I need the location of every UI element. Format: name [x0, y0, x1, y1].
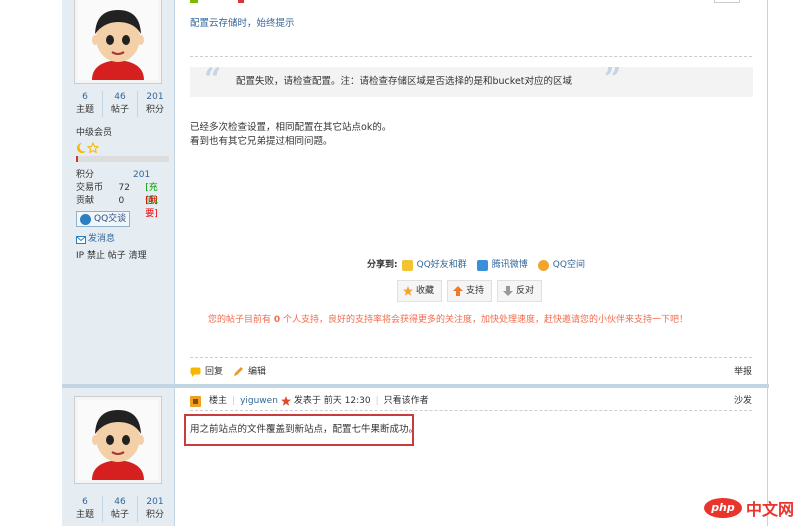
post-actions: 收藏 支持 反对	[397, 280, 543, 302]
close-quote-icon: ”	[604, 62, 622, 97]
reply-icon	[190, 367, 201, 377]
want-link[interactable]: [我要]	[145, 195, 170, 221]
pencil-icon	[234, 367, 244, 376]
watermark-text: 中文网	[745, 500, 794, 519]
user-stats: 6 主题 46 帖子 201 积分	[68, 91, 172, 117]
user-group[interactable]: 中级会员	[76, 127, 112, 140]
share-qq-friends[interactable]: QQ好友和群	[417, 258, 467, 272]
post-header: 楼主 | yiguwen 发表于 前天 12:30 | 只看该作者 沙发	[190, 395, 752, 407]
stat-topics[interactable]: 6 主题	[68, 496, 102, 522]
qzone-icon	[537, 259, 549, 271]
owner-badge-icon	[190, 395, 201, 407]
toolbar-red-icon	[238, 0, 244, 3]
highlight-box	[184, 414, 414, 446]
stat-topics[interactable]: 6 主题	[68, 91, 102, 117]
admin-links[interactable]: IP 禁止 帖子 清理	[76, 250, 147, 263]
support-button[interactable]: 支持	[447, 280, 493, 302]
stat-points[interactable]: 201 积分	[137, 91, 172, 117]
tencent-weibo-icon	[476, 259, 488, 271]
divider	[190, 56, 752, 57]
top-toolbar-strip	[190, 0, 750, 6]
author-sidebar-1: 6 主题 46 帖子 201 积分 中级会员 积分 201 交易币 72 [充值] 贡献 0[…	[62, 0, 175, 386]
php-logo: php	[703, 498, 742, 518]
user-stats: 6 主题 46 帖子 201 积分	[68, 496, 172, 522]
points-row: 积分 201	[76, 169, 151, 182]
content-border	[767, 0, 768, 526]
qq-penguin-icon	[80, 214, 91, 225]
qq-chat-button[interactable]: QQ交谈	[76, 211, 130, 227]
level-progress-bar	[76, 156, 169, 162]
avatar-cartoon-icon	[78, 400, 158, 480]
stat-points[interactable]: 201 积分	[137, 496, 172, 522]
avatar-cartoon-icon	[78, 0, 158, 80]
post-time: 发表于 前天 12:30	[293, 396, 371, 406]
favorite-button[interactable]: 收藏	[397, 280, 443, 302]
report-link[interactable]: 举报	[734, 366, 752, 378]
divider	[190, 410, 752, 411]
avatar[interactable]	[74, 396, 162, 484]
stat-posts[interactable]: 46 帖子	[102, 496, 137, 522]
oppose-button[interactable]: 反对	[497, 280, 543, 302]
avatar[interactable]	[74, 0, 162, 84]
divider	[190, 357, 752, 358]
floor-position[interactable]: 沙发	[734, 395, 752, 407]
open-quote-icon: “	[204, 62, 222, 97]
share-qzone[interactable]: QQ空间	[553, 258, 585, 272]
reply-button[interactable]: 回复	[190, 366, 223, 378]
watermark: php 中文网	[703, 496, 794, 520]
post-body-line-1: 已经多次检查设置，相同配置在其它站点ok的。	[190, 122, 392, 133]
points-value[interactable]: 201	[116, 169, 150, 182]
only-author-link[interactable]: 只看该作者	[384, 395, 429, 407]
qq-friends-icon	[401, 259, 413, 271]
envelope-icon	[76, 235, 86, 244]
edit-button[interactable]: 编辑	[233, 366, 266, 378]
toolbar-box[interactable]	[714, 0, 740, 3]
support-tip: 您的帖子目前有 0 个人支持，良好的支持率将会获得更多的关注度，加快处理速度，赶…	[208, 315, 689, 325]
post-footer: 回复 编辑 举报	[190, 366, 752, 378]
stat-posts[interactable]: 46 帖子	[102, 91, 137, 117]
error-quote: 配置失败，请检查配置。注：请检查存储区域是否选择的是和bucket对应的区域	[190, 67, 753, 97]
share-bar: 分享到: QQ好友和群 腾讯微博 QQ空间	[367, 258, 585, 272]
floor-owner: 楼主	[190, 395, 227, 407]
support-count: 0	[273, 315, 281, 325]
post-body-line-2: 看到也有其它兄弟提过相同问题。	[190, 136, 333, 147]
forum-thread-page: 6 主题 46 帖子 201 积分 中级会员 积分 201 交易币 72 [充值] 贡献 0[…	[0, 0, 800, 526]
send-message-link[interactable]: 发消息	[76, 233, 115, 246]
toolbar-green-icon	[190, 0, 198, 3]
author-sidebar-2: 6 主题 46 帖子 201 积分	[62, 388, 175, 526]
star-icon	[403, 286, 413, 296]
star-badge-icon	[280, 396, 291, 406]
moon-star-icon	[77, 141, 100, 154]
share-label: 分享到:	[367, 260, 398, 270]
post-subtitle: 配置云存储时，始终提示	[190, 18, 295, 29]
share-tencent-weibo[interactable]: 腾讯微博	[492, 258, 528, 272]
arrow-down-icon	[503, 286, 514, 296]
arrow-up-icon	[453, 286, 464, 296]
author-link[interactable]: yiguwen	[240, 395, 278, 407]
